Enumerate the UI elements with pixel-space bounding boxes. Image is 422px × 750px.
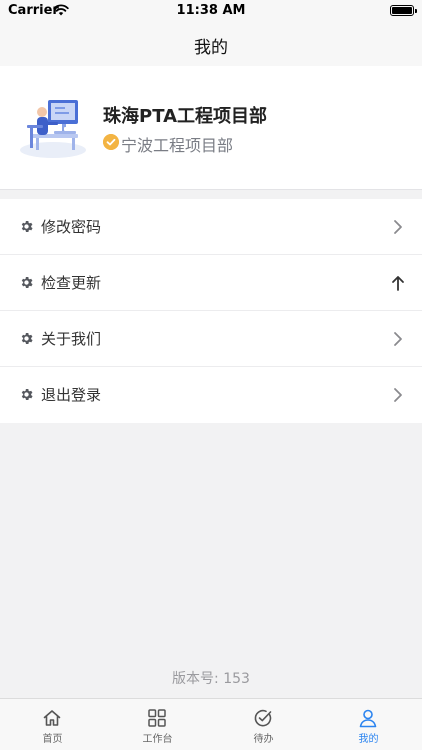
gear-icon (21, 277, 33, 288)
grid-icon (148, 709, 166, 727)
page-title: 我的 (194, 38, 228, 58)
workstation-illustration-icon (20, 100, 86, 158)
profile-card[interactable]: 珠海PTA工程项目部 宁波工程项目部 (0, 66, 422, 190)
menu-item-change-password[interactable]: 修改密码 (0, 199, 422, 255)
department-name: 宁波工程项目部 (121, 136, 234, 155)
gear-icon (21, 333, 33, 344)
company-name: 珠海PTA工程项目部 (103, 106, 268, 127)
chevron-right-icon (394, 332, 402, 346)
menu-item-label: 修改密码 (41, 218, 102, 236)
settings-menu: 修改密码 检查更新 关于我们 退出登录 (0, 199, 422, 423)
person-icon (359, 709, 377, 728)
menu-item-about-us[interactable]: 关于我们 (0, 311, 422, 367)
arrow-up-icon (392, 276, 404, 291)
menu-item-label: 关于我们 (41, 330, 102, 348)
tab-label: 工作台 (142, 734, 173, 745)
nav-bar: 我的 (0, 22, 422, 66)
menu-item-logout[interactable]: 退出登录 (0, 367, 422, 423)
tab-label: 首页 (42, 734, 63, 745)
chevron-right-icon (394, 220, 402, 234)
clock: 11:38 AM (176, 3, 246, 18)
tab-bar: 首页 工作台 待办 我的 (0, 698, 422, 750)
tab-workbench[interactable]: 工作台 (105, 699, 210, 750)
tab-label: 待办 (253, 734, 274, 745)
battery-icon (390, 5, 417, 16)
tab-mine[interactable]: 我的 (316, 699, 421, 750)
menu-item-label: 退出登录 (41, 386, 102, 404)
check-circle-icon (254, 709, 272, 727)
chevron-right-icon (394, 388, 402, 402)
gear-icon (21, 389, 33, 400)
gear-icon (21, 221, 33, 232)
version-label: 版本号: 153 (172, 671, 250, 687)
menu-item-label: 检查更新 (41, 274, 102, 292)
status-bar: Carrier 11:38 AM (0, 0, 422, 22)
tab-todo[interactable]: 待办 (211, 699, 316, 750)
tab-home[interactable]: 首页 (0, 699, 105, 750)
tab-label: 我的 (358, 734, 379, 745)
home-icon (43, 710, 61, 726)
menu-item-check-update[interactable]: 检查更新 (0, 255, 422, 311)
verified-check-icon (103, 134, 119, 150)
